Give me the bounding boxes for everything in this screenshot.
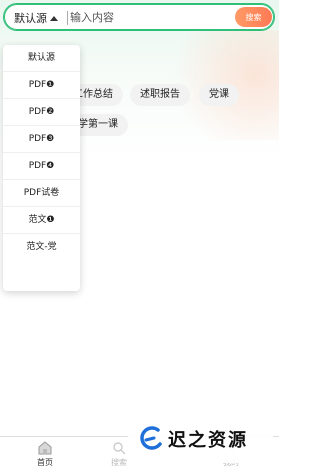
nav-item-search-label: 搜索 — [111, 458, 127, 467]
search-divider — [67, 11, 68, 25]
source-select[interactable]: 默认源 — [14, 9, 58, 27]
dropdown-item-pdf3[interactable]: PDF❸ — [3, 126, 80, 153]
search-icon — [113, 442, 126, 455]
source-dropdown-menu: 默认源 PDF❶ PDF❷ PDF❸ PDF❹ PDF试卷 范文❶ 范文-党 — [3, 45, 80, 291]
nav-item-home[interactable]: 首页 — [20, 441, 70, 468]
source-select-label: 默认源 — [14, 12, 47, 25]
search-button[interactable]: 搜索 — [235, 7, 272, 27]
dropdown-item-pdf-exam[interactable]: PDF试卷 — [3, 180, 80, 207]
nav-item-home-label: 首页 — [37, 458, 53, 467]
dropdown-item-default[interactable]: 默认源 — [3, 45, 80, 72]
search-bar: 默认源 搜索 — [3, 3, 275, 31]
dropdown-item-pdf2[interactable]: PDF❷ — [3, 99, 80, 126]
chip-debrief-report[interactable]: 述职报告 — [130, 84, 190, 106]
dropdown-item-pdf4[interactable]: PDF❹ — [3, 153, 80, 180]
dropdown-item-essay-party[interactable]: 范文-党 — [3, 234, 80, 260]
watermark-text: 迟之资源 — [168, 430, 248, 451]
watermark: 迟之资源 — [128, 415, 273, 463]
home-icon — [38, 441, 52, 455]
dropdown-item-essay1[interactable]: 范文❶ — [3, 207, 80, 234]
dropdown-item-pdf1[interactable]: PDF❶ — [3, 72, 80, 99]
search-input[interactable] — [70, 8, 230, 26]
caret-up-icon — [50, 15, 58, 21]
watermark-logo-icon — [140, 426, 162, 450]
chip-party-class[interactable]: 党课 — [199, 84, 239, 106]
